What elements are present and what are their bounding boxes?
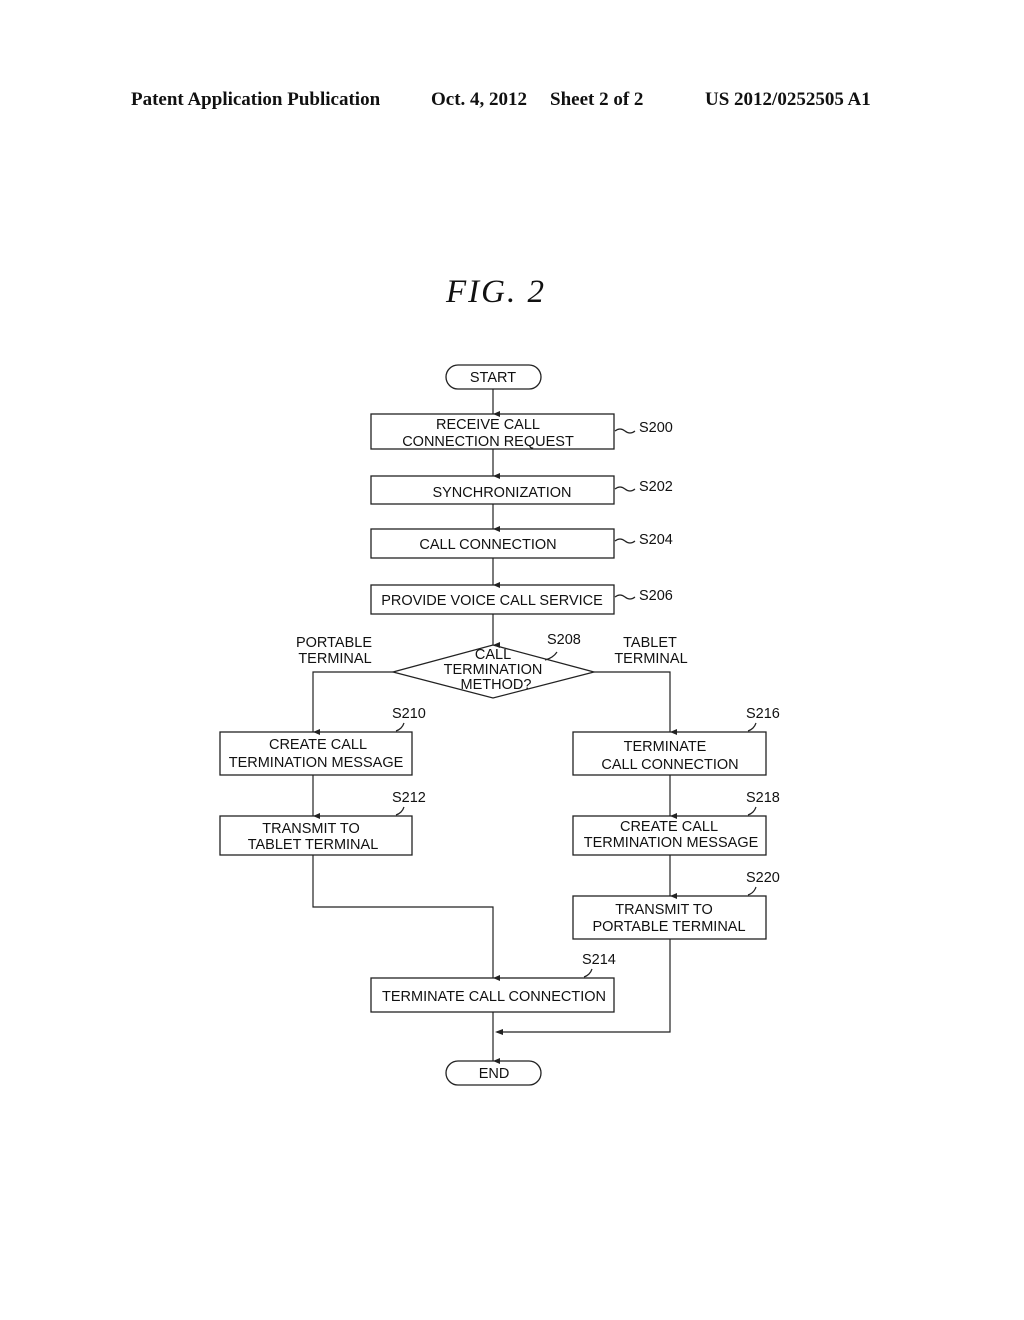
step-s220-line1: TRANSMIT TO xyxy=(615,902,713,918)
step-s200: RECEIVE CALL CONNECTION REQUEST S200 xyxy=(370,413,673,450)
arrow-s208-s210 xyxy=(312,671,393,735)
step-s212-id: S212 xyxy=(392,790,426,806)
step-s216-line2: CALL CONNECTION xyxy=(601,757,738,773)
step-s204-label: CALL CONNECTION xyxy=(419,537,556,553)
end-terminal: END xyxy=(445,1060,542,1086)
step-s212-line2: TABLET TERMINAL xyxy=(248,837,379,853)
step-s202: SYNCHRONIZATION S202 xyxy=(370,475,673,505)
step-s206: PROVIDE VOICE CALL SERVICE S206 xyxy=(370,584,673,615)
step-s212: TRANSMIT TO TABLET TERMINAL S212 xyxy=(219,790,426,856)
branch-left-line1: PORTABLE xyxy=(296,635,372,651)
arrow-s208-s216 xyxy=(594,671,677,735)
decision-line3: METHOD? xyxy=(461,677,532,693)
step-s206-label: PROVIDE VOICE CALL SERVICE xyxy=(381,593,603,609)
step-s220-line2: PORTABLE TERMINAL xyxy=(592,919,745,935)
decision-id: S208 xyxy=(547,632,581,648)
step-s218-id: S218 xyxy=(746,790,780,806)
step-s218: CREATE CALL TERMINATION MESSAGE S218 xyxy=(572,790,780,856)
step-s218-line1: CREATE CALL xyxy=(620,819,718,835)
step-s214-id: S214 xyxy=(582,952,616,968)
end-label: END xyxy=(479,1066,510,1082)
step-s202-label: SYNCHRONIZATION xyxy=(432,485,571,501)
merge-arrowhead xyxy=(495,1029,503,1035)
step-s212-line1: TRANSMIT TO xyxy=(262,821,360,837)
step-s214-label: TERMINATE CALL CONNECTION xyxy=(382,989,606,1005)
branch-left-line2: TERMINAL xyxy=(298,651,371,667)
step-s210-line1: CREATE CALL xyxy=(269,737,367,753)
decision-line2: TERMINATION xyxy=(444,662,543,678)
step-s210: CREATE CALL TERMINATION MESSAGE S210 xyxy=(219,706,426,776)
step-s200-line1: RECEIVE CALL xyxy=(436,417,540,433)
step-s204: CALL CONNECTION S204 xyxy=(370,528,673,559)
step-s204-id: S204 xyxy=(639,532,673,548)
step-s218-line2: TERMINATION MESSAGE xyxy=(584,835,759,851)
start-terminal: START xyxy=(445,364,542,390)
branch-right-line2: TERMINAL xyxy=(614,651,687,667)
step-s216-id: S216 xyxy=(746,706,780,722)
step-s200-id: S200 xyxy=(639,420,673,436)
step-s216: TERMINATE CALL CONNECTION S216 xyxy=(572,706,780,776)
step-s220: TRANSMIT TO PORTABLE TERMINAL S220 xyxy=(572,870,780,940)
arrow-s212-s214 xyxy=(312,855,500,981)
step-s202-id: S202 xyxy=(639,479,673,495)
decision-line1: CALL xyxy=(475,647,511,663)
step-s206-id: S206 xyxy=(639,588,673,604)
branch-right-line1: TABLET xyxy=(623,635,677,651)
flowchart: START RECEIVE CALL CONNECTION REQUEST S2… xyxy=(219,364,780,1086)
start-label: START xyxy=(470,370,516,386)
step-s210-line2: TERMINATION MESSAGE xyxy=(229,755,404,771)
step-s200-line2: CONNECTION REQUEST xyxy=(402,434,574,450)
step-s220-id: S220 xyxy=(746,870,780,886)
step-s216-line1: TERMINATE xyxy=(624,739,707,755)
step-s210-id: S210 xyxy=(392,706,426,722)
